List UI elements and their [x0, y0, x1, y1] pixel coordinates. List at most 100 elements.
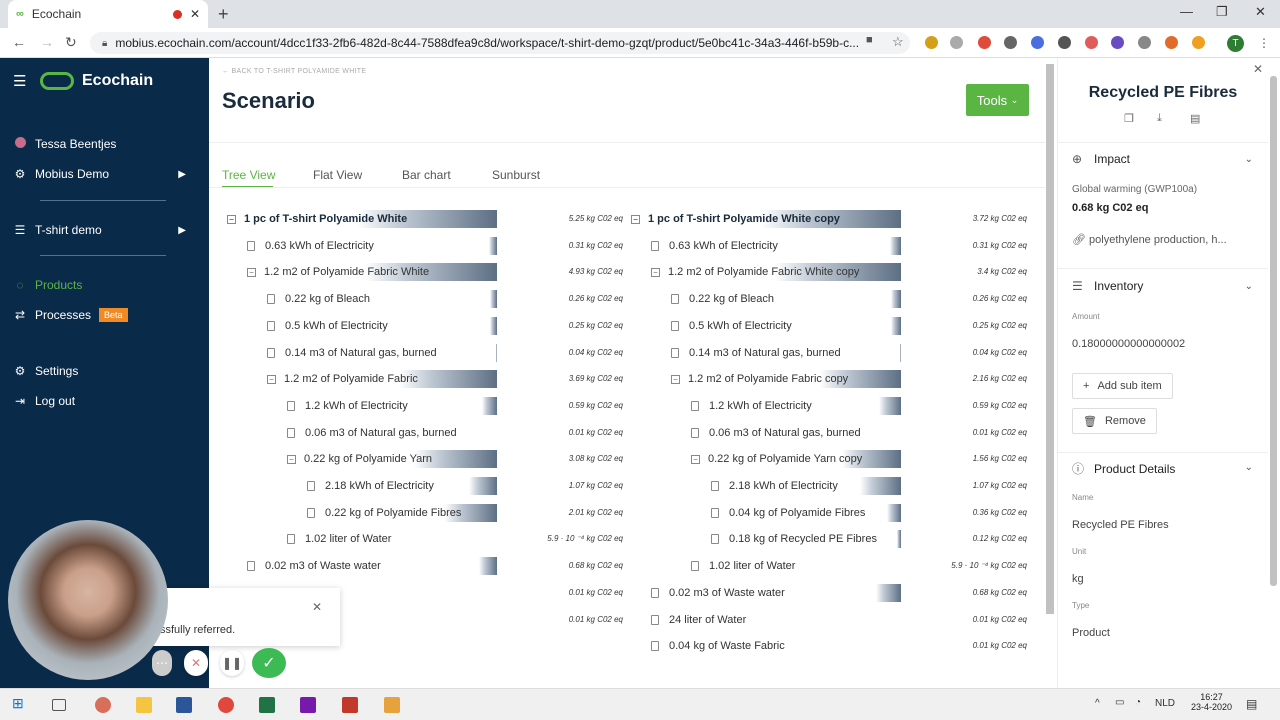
- collapse-icon[interactable]: −: [247, 267, 256, 277]
- tree-row[interactable]: 0.22 kg of Bleach: [671, 290, 774, 308]
- collapse-icon[interactable]: −: [671, 374, 680, 384]
- reload-icon[interactable]: ↻: [65, 34, 77, 51]
- tree-row[interactable]: 2.18 kWh of Electricity: [307, 477, 434, 495]
- maximize-icon[interactable]: ❐: [1216, 4, 1228, 20]
- collapse-icon[interactable]: −: [227, 214, 236, 224]
- sidebar-item-workspace[interactable]: ☰ T-shirt demo ▶: [13, 223, 196, 237]
- back-arrow-icon[interactable]: ←: [12, 34, 26, 50]
- tree-row[interactable]: 1.02 liter of Water: [287, 530, 391, 548]
- collapse-icon[interactable]: −: [691, 454, 700, 464]
- sidebar-item-account[interactable]: ⚙ Mobius Demo ▶: [13, 167, 196, 181]
- type-field[interactable]: Product: [1072, 627, 1110, 639]
- tree-row[interactable]: 0.06 m3 of Natural gas, burned: [287, 424, 457, 442]
- collapse-icon[interactable]: −: [287, 454, 296, 464]
- impact-section-header[interactable]: ⊕ Impact: [1072, 152, 1130, 166]
- tree-row[interactable]: 0.63 kWh of Electricity: [247, 237, 374, 255]
- tree-row[interactable]: −1 pc of T-shirt Polyamide White: [227, 210, 407, 228]
- minimize-icon[interactable]: —: [1180, 4, 1193, 19]
- chevron-down-icon[interactable]: ⌄: [1245, 462, 1253, 473]
- profile-avatar[interactable]: T: [1227, 35, 1244, 52]
- amount-field[interactable]: 0.18000000000000002: [1072, 338, 1185, 350]
- file-explorer-icon[interactable]: [136, 697, 152, 713]
- tree-row[interactable]: 2.18 kWh of Electricity: [711, 477, 838, 495]
- add-sub-item-button[interactable]: + Add sub item: [1072, 373, 1173, 399]
- tree-row[interactable]: −1.2 m2 of Polyamide Fabric White: [247, 263, 429, 281]
- name-field[interactable]: Recycled PE Fibres: [1072, 519, 1169, 531]
- extension-icon[interactable]: [1165, 36, 1178, 49]
- extension-icon[interactable]: [1004, 36, 1017, 49]
- window-close-icon[interactable]: ✕: [1255, 4, 1266, 20]
- tree-row[interactable]: 0.02 m3 of Waste water: [247, 557, 381, 575]
- camera-icon[interactable]: ■: [866, 34, 873, 46]
- language-indicator[interactable]: NLD: [1155, 698, 1175, 709]
- more-icon[interactable]: ⋯: [152, 650, 172, 676]
- clock[interactable]: 16:27 23-4-2020: [1191, 692, 1232, 712]
- extension-icon[interactable]: [1111, 36, 1124, 49]
- browser-tab[interactable]: ∞ Ecochain ✕: [8, 0, 208, 28]
- tree-row[interactable]: 0.06 m3 of Natural gas, burned: [691, 424, 861, 442]
- excel-icon[interactable]: [259, 697, 275, 713]
- copy-icon[interactable]: ❐: [1124, 112, 1134, 125]
- tree-row[interactable]: 0.18 kg of Recycled PE Fibres: [711, 530, 877, 548]
- tree-row[interactable]: 0.5 kWh of Electricity: [267, 317, 388, 335]
- tree-row[interactable]: 0.14 m3 of Natural gas, burned: [267, 344, 437, 362]
- forward-arrow-icon[interactable]: →: [40, 34, 54, 50]
- hamburger-icon[interactable]: ☰: [13, 72, 26, 90]
- extension-icon[interactable]: [1192, 36, 1205, 49]
- extension-icon[interactable]: [1031, 36, 1044, 49]
- document-icon[interactable]: ▤: [1190, 112, 1200, 125]
- tree-row[interactable]: 24 liter of Water: [651, 611, 746, 629]
- inventory-section-header[interactable]: ☰ Inventory: [1072, 279, 1143, 293]
- tree-row[interactable]: 1.2 kWh of Electricity: [287, 397, 408, 415]
- tree-row[interactable]: −0.22 kg of Polyamide Yarn copy: [691, 450, 862, 468]
- details-section-header[interactable]: ⓘ Product Details: [1072, 460, 1175, 477]
- chevron-down-icon[interactable]: ⌄: [1245, 154, 1253, 165]
- sidebar-item-logout[interactable]: ⇥ Log out: [13, 394, 75, 408]
- word-icon[interactable]: [176, 697, 192, 713]
- tab-tree-view[interactable]: Tree View: [222, 168, 275, 182]
- chrome-menu-icon[interactable]: ⋮: [1258, 36, 1270, 50]
- collapse-icon[interactable]: −: [631, 214, 640, 224]
- impact-link[interactable]: 🔗︎ polyethylene production, h...: [1072, 233, 1227, 246]
- task-view-icon[interactable]: [52, 699, 66, 711]
- extension-icon[interactable]: [1138, 36, 1151, 49]
- sidebar-item-products[interactable]: ◌ Products: [13, 278, 82, 292]
- tree-row[interactable]: −1.2 m2 of Polyamide Fabric: [267, 370, 418, 388]
- extension-icon[interactable]: [925, 36, 938, 49]
- app-icon[interactable]: [95, 697, 111, 713]
- back-link[interactable]: ← BACK TO T-SHIRT POLYAMIDE WHITE: [222, 68, 366, 75]
- tree-row[interactable]: 0.22 kg of Bleach: [267, 290, 370, 308]
- tree-row[interactable]: −1 pc of T-shirt Polyamide White copy: [631, 210, 840, 228]
- network-icon[interactable]: ◔: [1135, 697, 1141, 708]
- close-icon[interactable]: ✕: [1253, 62, 1263, 76]
- sidebar-item-settings[interactable]: ⚙ Settings: [13, 364, 79, 378]
- new-tab-icon[interactable]: +: [218, 4, 229, 25]
- scrollbar[interactable]: [1270, 76, 1277, 586]
- tree-row[interactable]: −0.22 kg of Polyamide Yarn: [287, 450, 432, 468]
- tab-sunburst[interactable]: Sunburst: [492, 168, 540, 182]
- extension-icon[interactable]: [1058, 36, 1071, 49]
- notifications-icon[interactable]: ▤: [1246, 697, 1257, 711]
- tree-row[interactable]: −1.2 m2 of Polyamide Fabric copy: [671, 370, 848, 388]
- tree-row[interactable]: 1.2 kWh of Electricity: [691, 397, 812, 415]
- unit-field[interactable]: kg: [1072, 573, 1084, 585]
- scrollbar[interactable]: [1046, 64, 1054, 614]
- tab-bar-chart[interactable]: Bar chart: [402, 168, 451, 182]
- chevron-down-icon[interactable]: ⌄: [1245, 281, 1253, 292]
- tree-row[interactable]: 0.14 m3 of Natural gas, burned: [671, 344, 841, 362]
- extension-icon[interactable]: [950, 36, 963, 49]
- app-icon[interactable]: [342, 697, 358, 713]
- tree-row[interactable]: 0.5 kWh of Electricity: [671, 317, 792, 335]
- tab-close-icon[interactable]: ✕: [190, 7, 200, 21]
- collapse-icon[interactable]: −: [267, 374, 276, 384]
- bookmark-star-icon[interactable]: ☆: [892, 34, 904, 50]
- onenote-icon[interactable]: [300, 697, 316, 713]
- tab-flat-view[interactable]: Flat View: [313, 168, 362, 182]
- ecochain-logo[interactable]: Ecochain: [40, 72, 153, 90]
- battery-icon[interactable]: ▭: [1115, 697, 1124, 708]
- download-icon[interactable]: ⤓: [1157, 112, 1162, 125]
- slack-icon[interactable]: [384, 697, 400, 713]
- close-icon[interactable]: ✕: [312, 600, 322, 614]
- extension-icon[interactable]: [1085, 36, 1098, 49]
- tree-row[interactable]: 0.63 kWh of Electricity: [651, 237, 778, 255]
